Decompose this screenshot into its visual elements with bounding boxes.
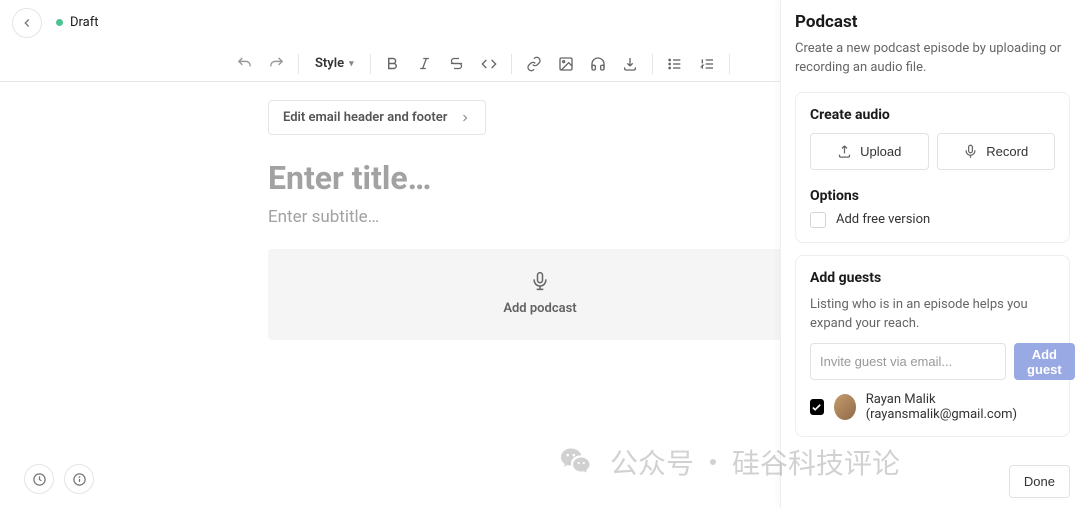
embed-button[interactable] xyxy=(616,50,644,78)
create-audio-heading: Create audio xyxy=(810,107,1055,123)
status-label: Draft xyxy=(70,15,99,30)
microphone-icon xyxy=(963,144,978,159)
status-badge: Draft xyxy=(56,15,99,30)
edit-header-footer-button[interactable]: Edit email header and footer xyxy=(268,100,486,135)
wechat-icon xyxy=(558,444,594,480)
strikethrough-icon xyxy=(449,56,464,71)
bold-icon xyxy=(385,56,400,71)
info-button[interactable] xyxy=(64,464,94,494)
numbered-list-icon xyxy=(699,56,715,72)
italic-button[interactable] xyxy=(411,50,439,78)
guest-name: Rayan Malik (rayansmalik@gmail.com) xyxy=(866,392,1055,422)
undo-icon xyxy=(236,55,253,72)
image-icon xyxy=(558,56,574,72)
upload-icon xyxy=(837,144,852,159)
toolbar-separator xyxy=(511,54,512,74)
add-podcast-block[interactable]: Add podcast xyxy=(268,249,812,340)
number-list-button[interactable] xyxy=(693,50,721,78)
chevron-down-icon: ▾ xyxy=(349,59,354,69)
upload-button[interactable]: Upload xyxy=(810,133,929,170)
record-button[interactable]: Record xyxy=(937,133,1056,170)
image-button[interactable] xyxy=(552,50,580,78)
status-dot-icon xyxy=(56,19,63,26)
microphone-icon xyxy=(530,271,550,291)
add-guests-card: Add guests Listing who is in an episode … xyxy=(795,255,1070,438)
bold-button[interactable] xyxy=(379,50,407,78)
options-heading: Options xyxy=(810,188,1055,204)
bullet-list-icon xyxy=(667,56,683,72)
add-guest-button[interactable]: Add guest xyxy=(1014,343,1075,380)
back-button[interactable] xyxy=(12,8,42,38)
chevron-right-icon xyxy=(459,112,471,124)
edit-header-footer-label: Edit email header and footer xyxy=(283,110,447,125)
style-label: Style xyxy=(315,56,344,71)
redo-icon xyxy=(268,55,285,72)
history-button[interactable] xyxy=(24,464,54,494)
info-icon xyxy=(72,472,87,487)
guest-row: Rayan Malik (rayansmalik@gmail.com) xyxy=(810,392,1055,422)
toolbar-separator xyxy=(729,54,730,74)
add-guests-heading: Add guests xyxy=(810,270,1055,286)
guest-checkbox[interactable] xyxy=(810,399,824,415)
check-icon xyxy=(811,402,822,413)
code-icon xyxy=(481,56,497,72)
toolbar-separator xyxy=(652,54,653,74)
headphones-icon xyxy=(590,56,606,72)
record-label: Record xyxy=(986,144,1028,159)
free-version-checkbox[interactable] xyxy=(810,212,826,228)
download-icon xyxy=(622,56,638,72)
upload-label: Upload xyxy=(860,144,901,159)
dot-icon xyxy=(710,459,716,465)
link-button[interactable] xyxy=(520,50,548,78)
bullet-list-button[interactable] xyxy=(661,50,689,78)
guest-email-input[interactable] xyxy=(810,343,1006,380)
link-icon xyxy=(526,56,542,72)
done-button[interactable]: Done xyxy=(1009,465,1070,498)
code-button[interactable] xyxy=(475,50,503,78)
podcast-sidepanel: Podcast Create a new podcast episode by … xyxy=(780,0,1080,508)
add-guests-subtext: Listing who is in an episode helps you e… xyxy=(810,296,1055,334)
history-icon xyxy=(32,472,47,487)
italic-icon xyxy=(417,56,432,71)
arrow-left-icon xyxy=(20,16,34,30)
watermark-left: 公众号 xyxy=(610,442,694,482)
avatar xyxy=(834,394,856,420)
redo-button[interactable] xyxy=(262,50,290,78)
audio-button[interactable] xyxy=(584,50,612,78)
free-version-label: Add free version xyxy=(836,212,930,227)
undo-button[interactable] xyxy=(230,50,258,78)
sidepanel-description: Create a new podcast episode by uploadin… xyxy=(795,40,1070,78)
sidepanel-title: Podcast xyxy=(795,12,1070,32)
toolbar-separator xyxy=(298,54,299,74)
add-podcast-label: Add podcast xyxy=(503,301,576,316)
style-dropdown[interactable]: Style ▾ xyxy=(307,50,362,78)
toolbar-separator xyxy=(370,54,371,74)
create-audio-card: Create audio Upload Record Options Add f… xyxy=(795,92,1070,243)
strike-button[interactable] xyxy=(443,50,471,78)
